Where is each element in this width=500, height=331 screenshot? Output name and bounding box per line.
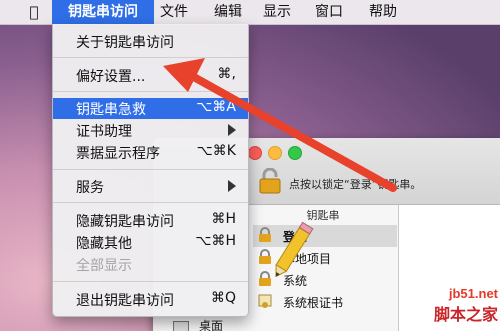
menu-separator <box>53 57 248 58</box>
desktop-label: 桌面 <box>199 319 224 331</box>
menu-item-shortcut: ⌥⌘A <box>196 99 236 115</box>
menu-item-about[interactable]: 关于钥匙串访问 <box>53 31 248 52</box>
watermark-brand: 脚本之家 <box>433 305 498 324</box>
menu-item-hide-others[interactable]: 隐藏其他 ⌥⌘H <box>53 232 248 253</box>
keychain-item-system-roots[interactable]: 系统根证书 <box>253 291 397 313</box>
menu-item-label: 隐藏钥匙串访问 <box>76 214 174 230</box>
menu-keychain-access[interactable]: 钥匙串访问 <box>52 0 154 24</box>
menu-help[interactable]: 帮助 <box>369 0 397 24</box>
menu-file[interactable]: 文件 <box>160 0 188 24</box>
desktop-icon <box>173 321 189 331</box>
menu-item-label: 偏好设置... <box>76 69 146 85</box>
lock-status-text: 点按以锁定“登录”钥匙串。 <box>289 178 422 191</box>
menu-item-label: 钥匙串急救 <box>76 102 146 118</box>
menu-edit[interactable]: 编辑 <box>214 0 242 24</box>
menu-bar:  钥匙串访问 文件 编辑 显示 窗口 帮助 <box>0 0 500 25</box>
watermark: jb51.net 脚本之家 <box>418 286 498 325</box>
menu-item-certificate-assistant[interactable]: 证书助理 <box>53 120 248 141</box>
watermark-site: jb51.net <box>448 286 498 301</box>
menu-item-show-all: 全部显示 <box>53 254 248 275</box>
menu-item-label: 服务 <box>76 180 104 196</box>
menu-item-preferences[interactable]: 偏好设置... ⌘, <box>53 65 248 86</box>
menu-separator <box>53 169 248 170</box>
menu-view[interactable]: 显示 <box>263 0 291 24</box>
menu-item-shortcut: ⌘H <box>211 211 236 227</box>
certificate-icon <box>258 294 272 308</box>
zoom-window-button[interactable] <box>288 146 302 160</box>
pencil-icon <box>275 221 314 277</box>
menu-item-shortcut: ⌘Q <box>210 290 236 306</box>
menu-item-label: 关于钥匙串访问 <box>76 35 174 51</box>
menu-item-hide-app[interactable]: 隐藏钥匙串访问 ⌘H <box>53 210 248 231</box>
menu-item-label: 退出钥匙串访问 <box>76 293 174 309</box>
menu-item-services[interactable]: 服务 <box>53 176 248 197</box>
menu-item-label: 证书助理 <box>76 124 132 140</box>
menu-item-first-aid[interactable]: 钥匙串急救 ⌥⌘A <box>53 98 248 119</box>
keychain-item-label: 系统根证书 <box>283 296 344 310</box>
close-window-button[interactable] <box>248 146 262 160</box>
menu-item-quit[interactable]: 退出钥匙串访问 ⌘Q <box>53 289 248 310</box>
submenu-arrow-icon <box>228 180 236 192</box>
menu-separator <box>53 281 248 282</box>
menu-item-label: 隐藏其他 <box>76 236 132 252</box>
menu-item-shortcut: ⌥⌘K <box>196 143 236 159</box>
submenu-arrow-icon <box>228 124 236 136</box>
menu-window[interactable]: 窗口 <box>315 0 343 24</box>
apple-menu-icon[interactable]:  <box>23 0 45 24</box>
menu-separator <box>53 91 248 92</box>
keychain-access-menu: 关于钥匙串访问 偏好设置... ⌘, 钥匙串急救 ⌥⌘A 证书助理 票据显示程序… <box>52 24 249 317</box>
menu-item-label: 票据显示程序 <box>76 146 160 162</box>
menu-item-shortcut: ⌥⌘H <box>195 233 236 249</box>
menu-item-label: 全部显示 <box>76 258 132 274</box>
padlock-icon[interactable] <box>259 168 281 194</box>
menu-item-ticket-viewer[interactable]: 票据显示程序 ⌥⌘K <box>53 142 248 163</box>
minimize-window-button[interactable] <box>268 146 282 160</box>
menu-separator <box>53 202 248 203</box>
menu-item-shortcut: ⌘, <box>217 66 236 82</box>
